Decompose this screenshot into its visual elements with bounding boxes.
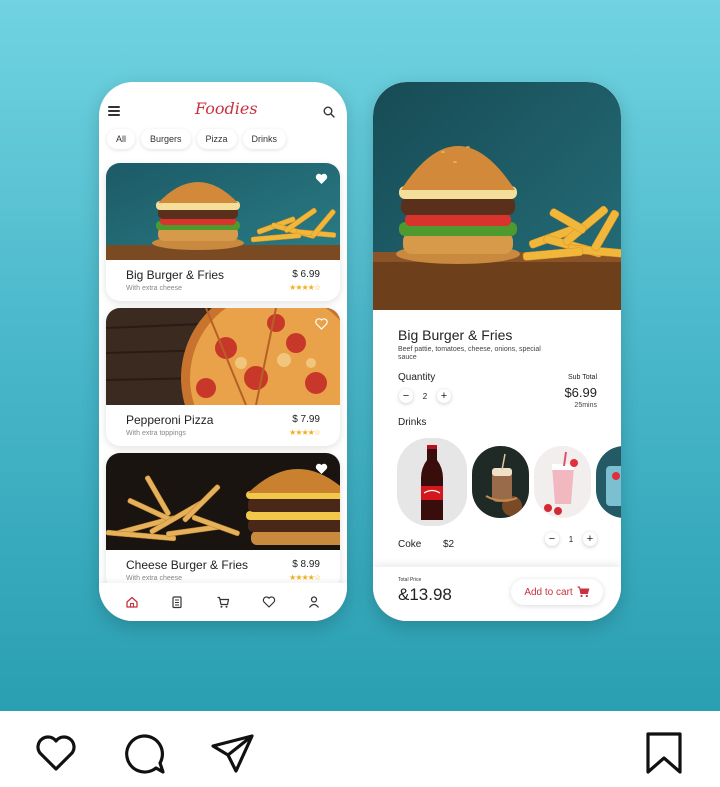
- filter-pizza[interactable]: Pizza: [196, 129, 237, 149]
- card-info: Big Burger & Fries With extra cheese $ 6…: [106, 260, 340, 301]
- post-actions-bar: [0, 711, 720, 787]
- selected-drink-name: Coke: [398, 539, 422, 550]
- add-to-cart-label: Add to cart: [524, 586, 573, 598]
- filter-burgers[interactable]: Burgers: [141, 129, 191, 149]
- subtotal-value: $6.99: [564, 385, 597, 400]
- increase-button[interactable]: +: [437, 389, 451, 403]
- menu-card-cheese-burger[interactable]: Cheese Burger & Fries With extra cheese …: [106, 453, 340, 591]
- favorite-icon[interactable]: [315, 463, 328, 475]
- item-name: Cheese Burger & Fries: [126, 558, 249, 572]
- total-value: &13.98: [398, 585, 452, 604]
- card-info: Pepperoni Pizza With extra toppings $ 7.…: [106, 405, 340, 446]
- home-icon[interactable]: [125, 595, 139, 609]
- quantity-stepper: − 2 +: [399, 389, 451, 403]
- drink-decrease-button[interactable]: −: [545, 532, 559, 546]
- detail-title: Big Burger & Fries: [398, 327, 513, 343]
- bottom-nav: [99, 583, 347, 621]
- quantity-label: Quantity: [398, 372, 436, 383]
- like-heart-icon[interactable]: [33, 731, 79, 777]
- drink-iced-coffee[interactable]: [472, 446, 529, 518]
- item-price: $ 7.99: [292, 414, 320, 425]
- brand-logo: Foodies: [195, 99, 258, 118]
- post-image: Foodies All Burgers Pizza Drinks Big Bur…: [0, 0, 720, 711]
- burger-hero-photo: [373, 82, 621, 310]
- cart-icon[interactable]: [216, 595, 230, 609]
- pepperoni-pizza-photo: [106, 308, 340, 405]
- prep-time: 25mins: [574, 402, 597, 409]
- item-rating: ★★★★☆: [289, 428, 321, 437]
- save-bookmark-icon[interactable]: [641, 731, 687, 777]
- cheese-burger-fries-photo: [106, 453, 340, 550]
- heart-icon[interactable]: [262, 595, 276, 609]
- comment-icon[interactable]: [121, 731, 167, 777]
- drink-increase-button[interactable]: +: [583, 532, 597, 546]
- detail-description: Beef pattie, tomatoes, cheese, onions, s…: [398, 346, 541, 361]
- subtotal-label: Sub Total: [567, 374, 597, 381]
- add-to-cart-button[interactable]: Add to cart: [511, 579, 603, 605]
- drink-mojito[interactable]: [596, 446, 621, 518]
- item-rating: ★★★★☆: [289, 573, 321, 582]
- burger-fries-photo: [106, 163, 340, 260]
- selected-drink-price: $2: [443, 539, 455, 550]
- decrease-button[interactable]: −: [399, 389, 413, 403]
- favorite-icon[interactable]: [315, 318, 328, 330]
- drinks-label: Drinks: [398, 417, 427, 428]
- menu-card-burger[interactable]: Big Burger & Fries With extra cheese $ 6…: [106, 163, 340, 301]
- drink-quantity-value: 1: [568, 534, 574, 544]
- drink-coke[interactable]: [397, 438, 467, 526]
- item-subtitle: With extra cheese: [126, 575, 183, 582]
- quantity-value: 2: [422, 391, 428, 401]
- detail-screen: Big Burger & Fries Beef pattie, tomatoes…: [373, 82, 621, 621]
- drink-strawberry-shake[interactable]: [534, 446, 591, 518]
- filter-all[interactable]: All: [107, 129, 136, 149]
- item-name: Big Burger & Fries: [126, 268, 225, 282]
- item-price: $ 8.99: [292, 559, 320, 570]
- item-subtitle: With extra cheese: [126, 285, 183, 292]
- checkout-bar: Total Price &13.98 Add to cart: [373, 567, 621, 621]
- hamburger-menu-icon[interactable]: [108, 106, 120, 116]
- item-name: Pepperoni Pizza: [126, 413, 214, 427]
- favorite-icon[interactable]: [315, 173, 328, 185]
- top-bar: Foodies: [99, 82, 347, 126]
- item-subtitle: With extra toppings: [126, 430, 186, 437]
- total-label: Total Price: [398, 577, 422, 583]
- item-rating: ★★★★☆: [289, 283, 321, 292]
- orders-icon[interactable]: [170, 595, 184, 609]
- search-icon[interactable]: [323, 106, 335, 118]
- profile-icon[interactable]: [307, 595, 321, 609]
- cart-icon: [577, 586, 589, 598]
- share-send-icon[interactable]: [210, 731, 256, 777]
- menu-screen: Foodies All Burgers Pizza Drinks Big Bur…: [99, 82, 347, 621]
- category-filters: All Burgers Pizza Drinks: [107, 129, 287, 151]
- drink-quantity-stepper: − 1 +: [545, 532, 597, 546]
- item-price: $ 6.99: [292, 269, 320, 280]
- menu-card-pizza[interactable]: Pepperoni Pizza With extra toppings $ 7.…: [106, 308, 340, 446]
- drinks-carousel: [397, 438, 621, 528]
- filter-drinks[interactable]: Drinks: [242, 129, 287, 149]
